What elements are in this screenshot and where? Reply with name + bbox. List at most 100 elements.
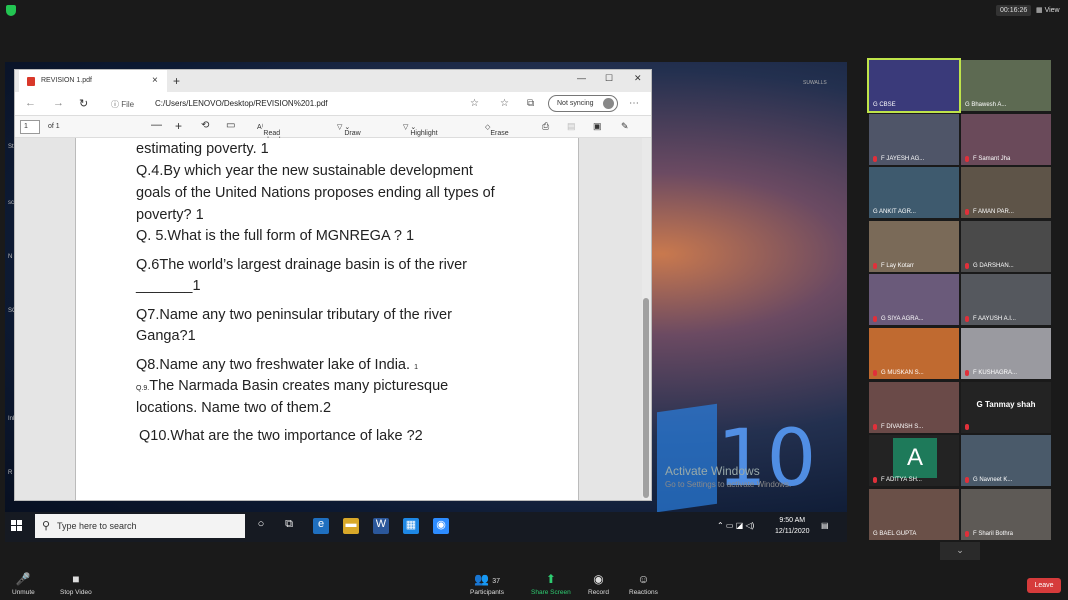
participant-name: G Navneet K... [973, 477, 1013, 484]
participant-tile[interactable]: F Lay Kotarr [869, 220, 959, 272]
participant-name: F Lay Kotarr [881, 262, 915, 269]
start-icon[interactable] [11, 520, 23, 532]
participant-name: F AMAN PAR... [973, 209, 1014, 216]
tab-title: REVISION 1.pdf [41, 77, 92, 84]
save-as-icon[interactable]: ▣ [593, 121, 602, 132]
stop-video-button[interactable]: ■ Stop Video [60, 572, 92, 596]
participants-button[interactable]: 👥 37 Participants [470, 572, 504, 596]
mic-muted-icon [873, 423, 877, 430]
participant-tile[interactable]: G ANKIT AGR... [869, 167, 959, 219]
highlight-button[interactable]: ▽ Highlight ⌄ [403, 123, 438, 137]
close-tab-icon[interactable]: × [152, 75, 158, 86]
file-info[interactable]: ⓘ File [111, 99, 134, 110]
tab-revision-pdf[interactable]: REVISION 1.pdf × [19, 70, 167, 92]
draw-button[interactable]: ▽ Draw ⌄ [337, 123, 361, 137]
more-icon[interactable]: ⋯ [629, 98, 639, 109]
favorite-star-icon[interactable]: ☆ [470, 98, 479, 109]
calendar-icon[interactable]: ▦ [403, 518, 419, 534]
participant-tile[interactable]: G Navneet K... [961, 435, 1051, 487]
doc-line: Q.9.The Narmada Basin creates many pictu… [136, 378, 448, 394]
file-explorer-icon[interactable]: ▬ [343, 518, 359, 534]
taskbar-search[interactable]: ⚲ Type here to search [35, 514, 245, 538]
zoom-out-icon[interactable]: — [151, 119, 162, 131]
word-icon[interactable]: W [373, 518, 389, 534]
participant-tile[interactable]: F KUSHAGRA... [961, 328, 1051, 379]
highlight-label: Highlight [410, 130, 438, 137]
pdf-toolbar: 1 of 1 — + ⟲ ▭ A⁾ Read aloud ▽ Draw ⌄ ▽ … [15, 116, 651, 144]
participant-tile[interactable]: F Sharil Bothra [961, 488, 1051, 540]
participant-gallery: G CBSE G Bhawesh A... F JAYESH AG... F Sama… [867, 58, 1053, 542]
fit-page-icon[interactable]: ▭ [226, 120, 235, 131]
record-button[interactable]: ◉ Record [588, 572, 609, 596]
doc-line: goals of the United Nations proposes end… [136, 185, 495, 201]
q9-prefix: Q.9. [136, 385, 150, 392]
mic-muted-icon [965, 316, 969, 323]
share-screen-icon: ⬆ [545, 572, 556, 586]
maximize-icon[interactable]: ☐ [605, 73, 613, 84]
reactions-button[interactable]: ☺ Reactions [629, 572, 658, 596]
stop-video-label: Stop Video [60, 589, 92, 596]
chevron-down-icon[interactable]: ⌄ [940, 542, 980, 560]
scrollbar[interactable] [642, 138, 651, 500]
mic-muted-icon [965, 423, 969, 430]
scrollbar-thumb[interactable] [643, 298, 649, 498]
participant-tile[interactable]: AF ADITYA SH... [869, 435, 959, 487]
mic-muted-icon [873, 262, 877, 269]
zoom-app-icon[interactable]: ◉ [433, 518, 449, 534]
close-window-icon[interactable]: ✕ [634, 73, 642, 84]
participant-tile[interactable]: G DARSHAN... [961, 220, 1051, 272]
participant-tile[interactable]: F AMAN PAR... [961, 167, 1051, 219]
shield-icon[interactable] [6, 5, 16, 16]
back-icon[interactable]: ← [25, 97, 36, 109]
rotate-icon[interactable]: ⟲ [201, 120, 209, 131]
view-button[interactable]: ▦ View [1036, 6, 1060, 14]
sync-button[interactable]: Not syncing [548, 95, 618, 112]
unmute-button[interactable]: 🎤 Unmute [12, 572, 35, 596]
page-number-input[interactable]: 1 [20, 120, 40, 134]
participant-tile[interactable]: F JAYESH AG... [869, 113, 959, 165]
clock-date: 12/11/2020 [775, 528, 810, 535]
notifications-icon[interactable]: ▤ [821, 521, 829, 530]
participant-name: F JAYESH AG... [881, 155, 925, 162]
cortana-icon[interactable]: ○ [253, 518, 269, 534]
mic-muted-icon [873, 477, 877, 484]
read-aloud-button[interactable]: A⁾ Read aloud [257, 123, 281, 144]
participant-name: F DIVANSH S... [881, 423, 924, 430]
participant-tile[interactable]: G SIYA AGRA... [869, 274, 959, 326]
tab-bar: REVISION 1.pdf × + — ☐ ✕ [15, 70, 651, 92]
minimize-icon[interactable]: — [577, 73, 586, 83]
tray-icons[interactable]: ⌃ ▭ ◪ ◁) [717, 521, 754, 530]
participant-tile[interactable]: G Bhawesh A... [961, 60, 1051, 111]
task-view-icon[interactable]: ⧉ [281, 518, 297, 534]
participant-tile[interactable]: F DIVANSH S... [869, 381, 959, 433]
participant-tile[interactable]: G MUSKAN S... [869, 328, 959, 379]
participant-tile[interactable]: F Samant Jha [961, 113, 1051, 165]
forward-icon[interactable]: → [53, 97, 64, 109]
erase-button[interactable]: ◇ Erase [485, 123, 509, 137]
shared-screen: SUWALLS St sc N SC Ink R 10 Activate Win… [5, 62, 847, 542]
edge-window: REVISION 1.pdf × + — ☐ ✕ ← → ↻ ⓘ File C:… [14, 69, 652, 501]
participant-name: G Bhawesh A... [965, 102, 1007, 108]
favorites-icon[interactable]: ☆ [500, 98, 509, 109]
windows-taskbar: ⚲ Type here to search ○ ⧉ e ▬ W ▦ ◉ ⌃ ▭ … [5, 512, 847, 542]
doc-line: Q8.Name any two freshwater lake of India… [136, 357, 418, 373]
participant-tile[interactable]: F AAYUSH A.I... [961, 274, 1051, 326]
windows-logo [657, 403, 717, 513]
url-field[interactable]: C:/Users/LENOVO/Desktop/REVISION%201.pdf [155, 99, 328, 108]
leave-button[interactable]: Leave [1027, 578, 1061, 593]
refresh-icon[interactable]: ↻ [79, 97, 88, 110]
doc-line: locations. Name two of them.2 [136, 400, 332, 416]
participant-tile[interactable]: G Tanmay shah [961, 381, 1051, 433]
zoom-in-icon[interactable]: + [175, 119, 182, 133]
pin-icon[interactable]: ✎ [621, 121, 629, 132]
participant-tile[interactable]: G BAEL GUPTA [869, 488, 959, 540]
participant-tile[interactable]: G CBSE [867, 58, 961, 113]
print-icon[interactable]: ⎙ [542, 121, 549, 132]
clock-time: 9:50 AM [779, 517, 806, 524]
taskbar-clock[interactable]: 9:50 AM 12/11/2020 [775, 515, 810, 537]
edge-app-icon[interactable]: e [313, 518, 329, 534]
participant-name: G CBSE [873, 102, 896, 108]
new-tab-button[interactable]: + [173, 74, 180, 88]
collections-icon[interactable]: ⧉ [527, 98, 534, 109]
share-screen-button[interactable]: ⬆ Share Screen [531, 572, 571, 596]
